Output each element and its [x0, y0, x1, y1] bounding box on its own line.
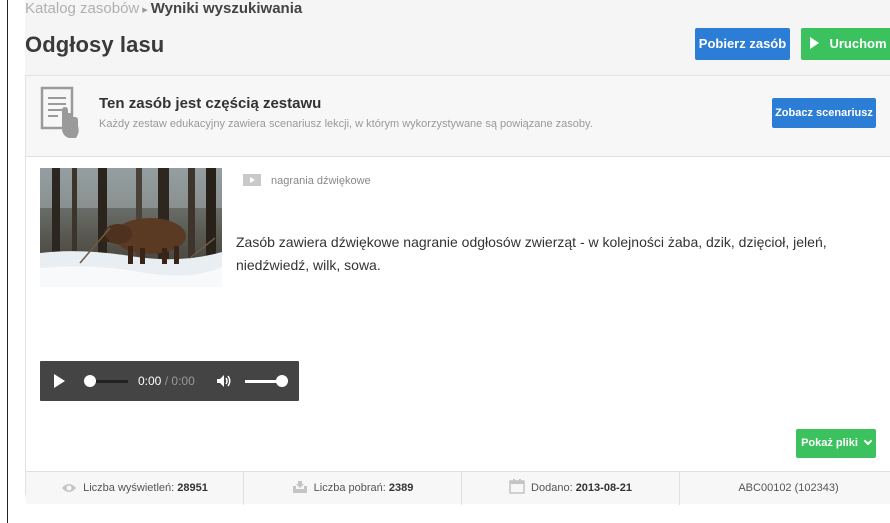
breadcrumb-link-catalog[interactable]: Katalog zasobów: [25, 0, 139, 17]
downloads-label: Liczba pobrań:: [313, 482, 386, 494]
chevron-down-icon: [863, 436, 873, 446]
volume-icon[interactable]: [216, 374, 232, 388]
resource-type-label: nagrania dźwiękowe: [271, 175, 371, 187]
eye-icon: [62, 484, 77, 492]
breadcrumb: Katalog zasobów ▸ Wyniki wyszukiwania: [25, 0, 302, 17]
show-files-button[interactable]: Pokaż pliki: [796, 429, 876, 458]
added-label: Dodano:: [531, 482, 573, 494]
audio-current-time: 0:00: [138, 374, 162, 388]
stat-downloads: Liczba pobrań: 2389: [244, 472, 462, 505]
run-button[interactable]: Uruchom: [801, 28, 890, 60]
audio-player: 0:00 / 0:00: [40, 361, 299, 401]
calendar-icon: [509, 479, 525, 494]
view-scenario-button[interactable]: Zobacz scenariusz: [772, 98, 876, 128]
audio-time-separator: /: [164, 374, 169, 388]
resource-card: Ten zasób jest częścią zestawu Każdy zes…: [25, 75, 890, 505]
stat-views: Liczba wyświetleń: 28951: [26, 472, 244, 505]
audio-play-button[interactable]: [54, 374, 65, 388]
breadcrumb-separator: ▸: [142, 4, 148, 16]
resource-thumbnail: [40, 168, 222, 287]
play-icon: [810, 37, 820, 49]
audio-duration: 0:00: [171, 374, 195, 388]
page: Katalog zasobów ▸ Wyniki wyszukiwania Odgł…: [25, 0, 890, 505]
audio-seek-knob[interactable]: [84, 375, 96, 387]
download-tray-icon: [292, 481, 307, 493]
set-info-title: Ten zasób jest częścią zestawu: [99, 95, 322, 112]
resource-description: Zasób zawiera dźwiękowe nagranie odgłosó…: [236, 234, 827, 273]
document-touch-icon: [40, 86, 79, 138]
resource-id: ABC00102 (102343): [738, 482, 839, 494]
window-frame: Katalog zasobów ▸ Wyniki wyszukiwania Odgł…: [7, 0, 890, 523]
stat-resource-id: ABC00102 (102343): [680, 472, 890, 505]
volume-knob[interactable]: [276, 375, 288, 387]
stat-added: Dodano: 2013-08-21: [462, 472, 680, 505]
video-frame-icon: [243, 174, 261, 186]
download-button[interactable]: Pobierz zasób: [695, 28, 790, 60]
run-button-label: Uruchom: [829, 36, 887, 51]
audio-time: 0:00 / 0:00: [138, 374, 195, 388]
set-info-bar: Ten zasób jest częścią zestawu Każdy zes…: [26, 76, 890, 157]
breadcrumb-current[interactable]: Wyniki wyszukiwania: [151, 0, 302, 17]
added-value: 2013-08-21: [575, 482, 632, 494]
views-label: Liczba wyświetleń:: [83, 482, 175, 494]
downloads-value: 2389: [388, 482, 414, 494]
set-info-description: Każdy zestaw edukacyjny zawiera scenariu…: [99, 118, 593, 130]
stats-bar: Liczba wyświetleń: 28951 Liczba pobrań: …: [26, 471, 890, 505]
views-value: 28951: [177, 482, 208, 494]
resource-type: nagrania dźwiękowe: [243, 174, 371, 187]
page-title: Odgłosy lasu: [25, 32, 165, 57]
show-files-label: Pokaż pliki: [801, 437, 858, 449]
